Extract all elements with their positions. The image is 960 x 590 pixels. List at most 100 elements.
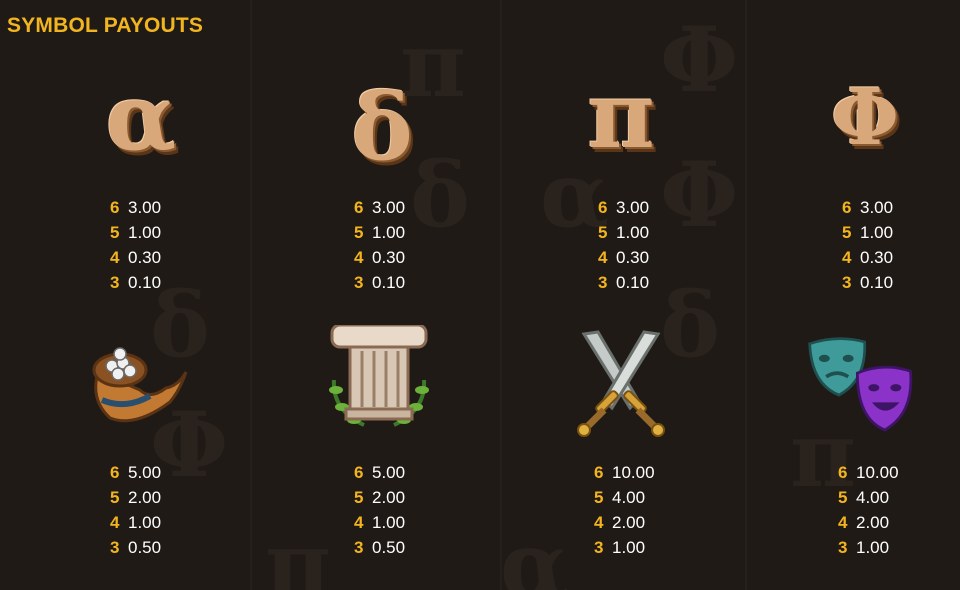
payout-row: 4 1.00	[110, 510, 220, 535]
payout-row: 3 0.10	[598, 270, 708, 295]
payout-value: 3.00	[860, 197, 894, 217]
background-divider	[745, 0, 747, 590]
payout-count: 4	[110, 512, 120, 532]
payout-row: 4 0.30	[842, 245, 952, 270]
payout-value: 1.00	[372, 512, 406, 532]
payout-row: 5 2.00	[354, 485, 464, 510]
payout-row: 6 10.00	[594, 460, 704, 485]
background-divider	[250, 0, 252, 590]
payout-row: 3 0.50	[110, 535, 220, 560]
payout-value: 0.50	[372, 537, 406, 557]
payout-value: 2.00	[372, 487, 406, 507]
payout-row: 6 5.00	[110, 460, 220, 485]
payout-value: 1.00	[616, 222, 650, 242]
payout-value: 1.00	[856, 537, 890, 557]
payout-row: 5 1.00	[354, 220, 464, 245]
payout-value: 10.00	[856, 462, 899, 482]
payout-count: 3	[594, 537, 604, 557]
payout-count: 6	[594, 462, 604, 482]
payout-value: 0.10	[616, 272, 650, 292]
payout-value: 1.00	[128, 512, 162, 532]
payout-count: 4	[354, 247, 364, 267]
payout-value: 5.00	[128, 462, 162, 482]
payout-count: 6	[354, 197, 364, 217]
payout-row: 3 0.10	[842, 270, 952, 295]
payout-count: 6	[354, 462, 364, 482]
payout-row: 6 3.00	[354, 195, 464, 220]
payout-row: 6 3.00	[110, 195, 220, 220]
payout-row: 6 5.00	[354, 460, 464, 485]
payout-row: 3 0.10	[110, 270, 220, 295]
payout-value: 5.00	[372, 462, 406, 482]
payout-count: 4	[354, 512, 364, 532]
background-alpha-icon: α	[500, 512, 570, 590]
background-pi-icon: π	[265, 512, 331, 590]
payout-count: 5	[110, 487, 120, 507]
payout-count: 4	[110, 247, 120, 267]
payout-count: 4	[594, 512, 604, 532]
payout-count: 5	[354, 222, 364, 242]
payout-count: 6	[110, 462, 120, 482]
payout-count: 4	[838, 512, 848, 532]
alpha-payout-table: 6 3.00 5 1.00 4 0.30 3 0.10	[110, 195, 220, 295]
alpha-glyph: α	[105, 63, 177, 171]
payout-row: 3 1.00	[838, 535, 948, 560]
masks-payout-table: 6 10.00 5 4.00 4 2.00 3 1.00	[838, 460, 948, 560]
alpha-symbol-icon: α	[86, 62, 196, 172]
payout-count: 6	[110, 197, 120, 217]
payout-count: 3	[354, 537, 364, 557]
payout-count: 3	[110, 537, 120, 557]
payout-value: 0.30	[128, 247, 162, 267]
payout-value: 3.00	[616, 197, 650, 217]
payout-value: 0.10	[860, 272, 894, 292]
payout-count: 5	[354, 487, 364, 507]
background-divider	[500, 0, 502, 590]
payout-count: 5	[842, 222, 852, 242]
payout-value: 3.00	[128, 197, 162, 217]
payout-row: 4 1.00	[354, 510, 464, 535]
payout-row: 4 0.30	[110, 245, 220, 270]
page-title: SYMBOL PAYOUTS	[7, 14, 204, 37]
payout-value: 0.30	[372, 247, 406, 267]
payout-row: 4 0.30	[354, 245, 464, 270]
payout-row: 3 0.50	[354, 535, 464, 560]
payout-value: 1.00	[128, 222, 162, 242]
delta-payout-table: 6 3.00 5 1.00 4 0.30 3 0.10	[354, 195, 464, 295]
payout-value: 0.30	[616, 247, 650, 267]
pi-payout-table: 6 3.00 5 1.00 4 0.30 3 0.10	[598, 195, 708, 295]
payout-count: 6	[842, 197, 852, 217]
payout-count: 3	[838, 537, 848, 557]
delta-glyph: δ	[351, 73, 413, 181]
pi-symbol-icon: π	[566, 60, 676, 170]
payout-row: 3 0.10	[354, 270, 464, 295]
payout-value: 0.10	[372, 272, 406, 292]
payout-count: 5	[598, 222, 608, 242]
payout-value: 1.00	[372, 222, 406, 242]
payout-count: 5	[110, 222, 120, 242]
payout-value: 2.00	[612, 512, 646, 532]
payout-value: 0.10	[128, 272, 162, 292]
laurel-column-icon	[329, 325, 429, 427]
payout-count: 4	[842, 247, 852, 267]
swords-payout-table: 6 10.00 5 4.00 4 2.00 3 1.00	[594, 460, 704, 560]
payout-value: 1.00	[612, 537, 646, 557]
payout-value: 4.00	[856, 487, 890, 507]
payout-row: 3 1.00	[594, 535, 704, 560]
payout-row: 5 1.00	[842, 220, 952, 245]
payout-count: 5	[594, 487, 604, 507]
payout-row: 5 1.00	[598, 220, 708, 245]
payout-value: 0.50	[128, 537, 162, 557]
payout-count: 3	[354, 272, 364, 292]
payout-row: 5 4.00	[594, 485, 704, 510]
column-payout-table: 6 5.00 5 2.00 4 1.00 3 0.50	[354, 460, 464, 560]
pi-glyph: π	[587, 61, 655, 169]
payout-row: 6 3.00	[598, 195, 708, 220]
payout-count: 6	[838, 462, 848, 482]
payout-row: 4 2.00	[594, 510, 704, 535]
payout-row: 5 2.00	[110, 485, 220, 510]
payout-row: 6 3.00	[842, 195, 952, 220]
payout-count: 4	[598, 247, 608, 267]
payout-row: 6 10.00	[838, 460, 948, 485]
payout-count: 6	[598, 197, 608, 217]
payout-value: 4.00	[612, 487, 646, 507]
